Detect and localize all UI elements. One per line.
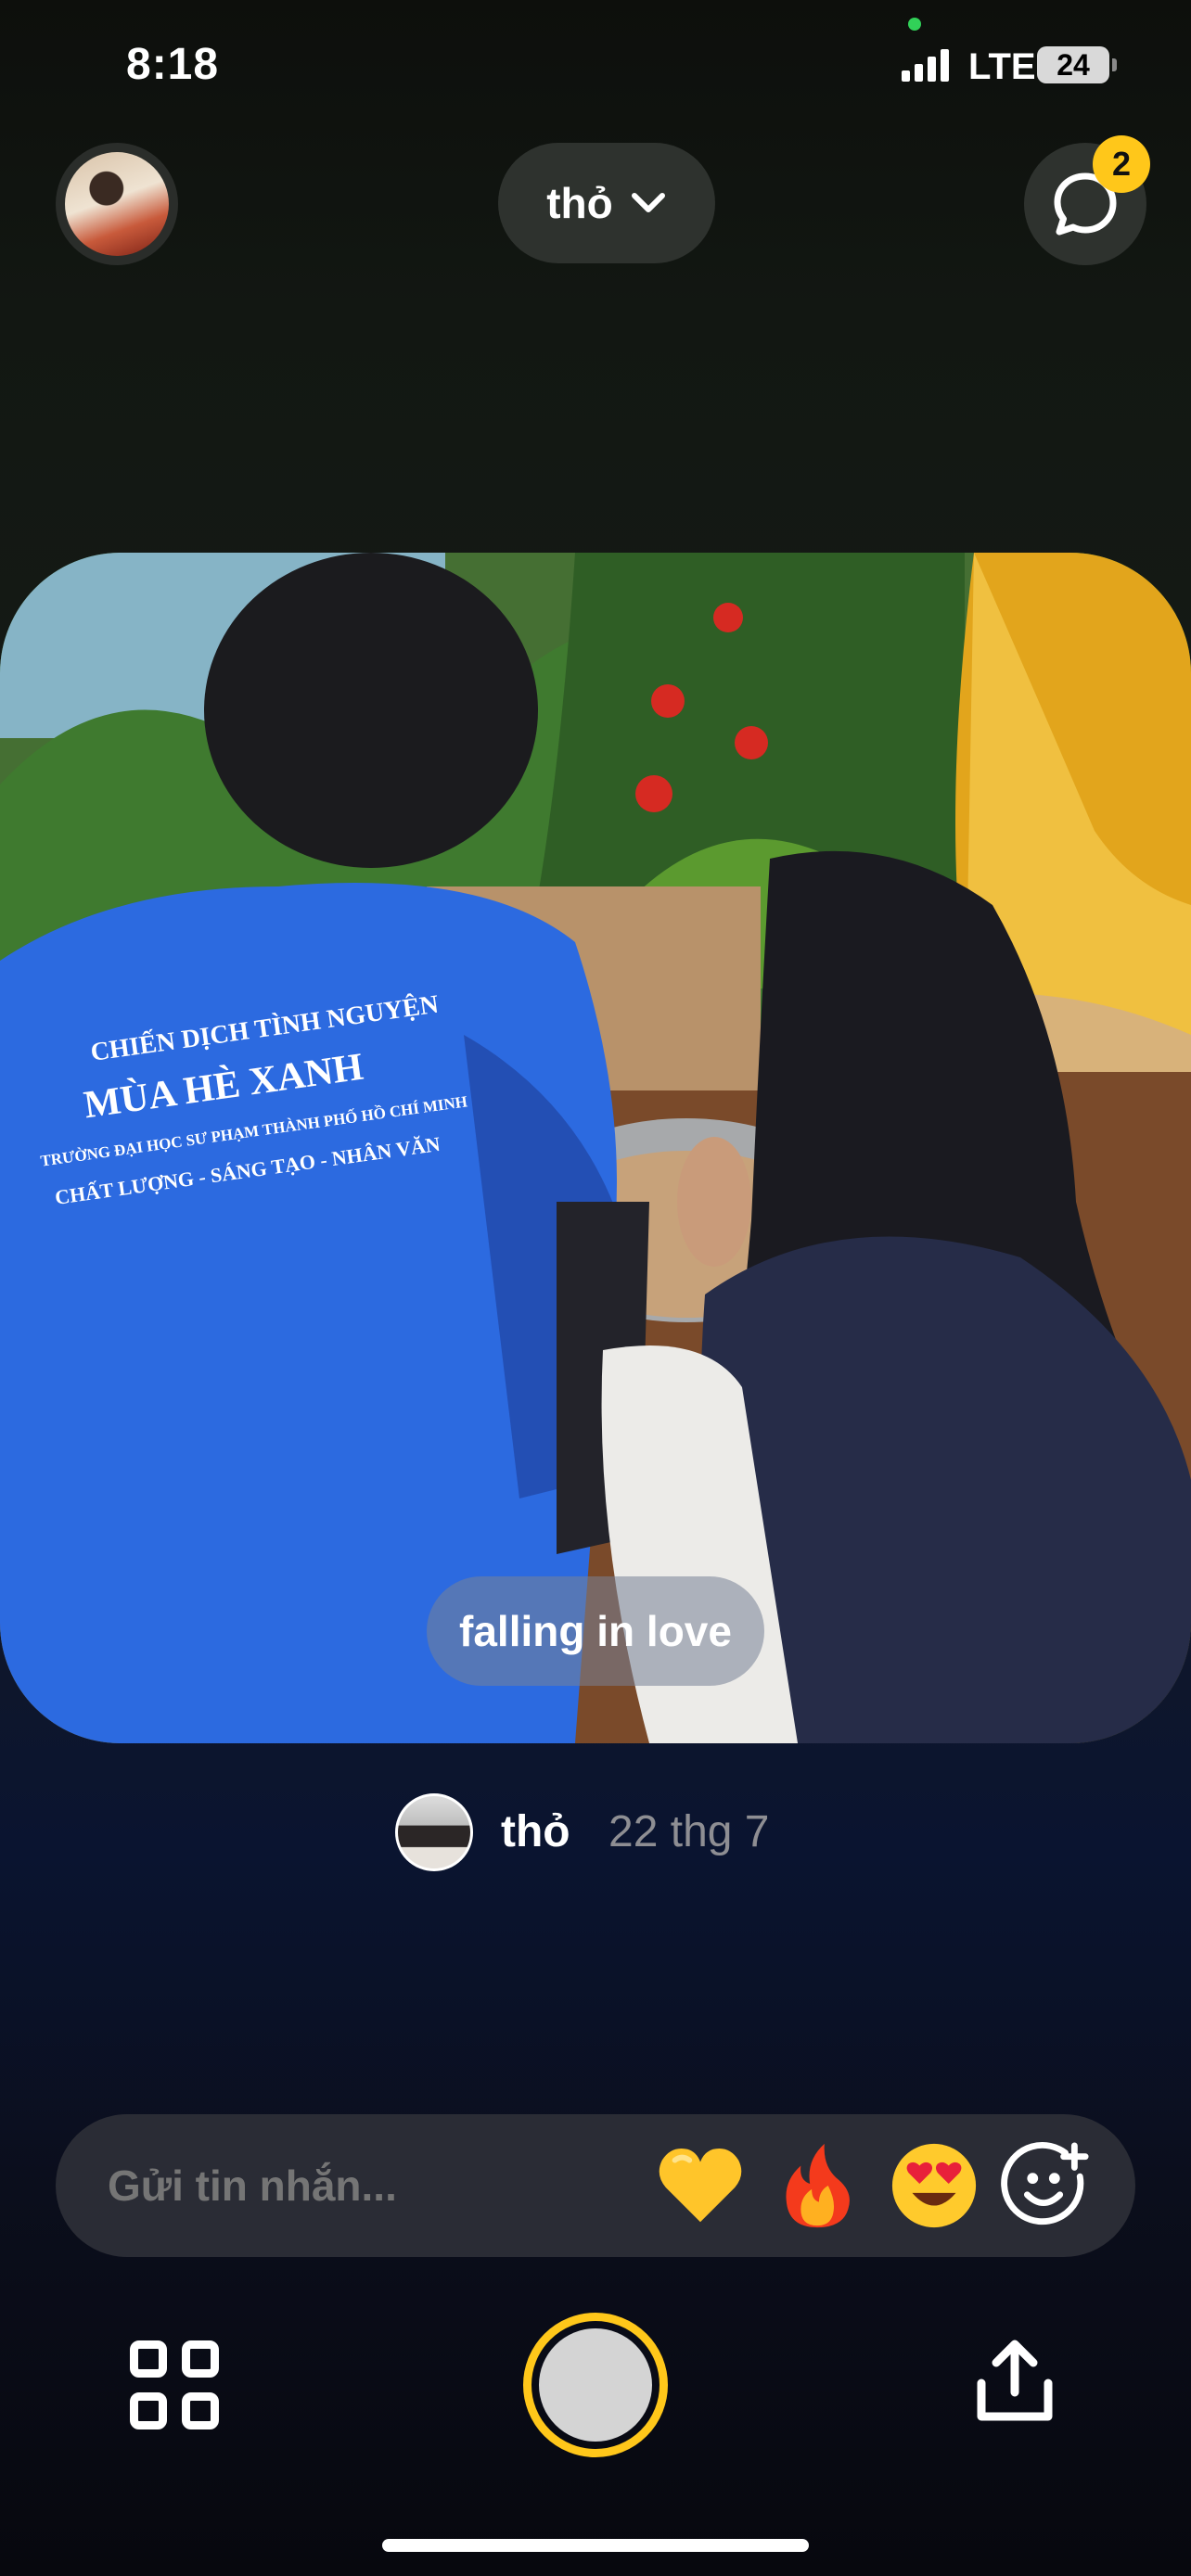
heart-eyes-reaction-icon[interactable] [889,2140,980,2231]
author-name[interactable]: thỏ [501,1806,570,1857]
mic-indicator-dot [908,18,921,31]
grid-icon [130,2340,167,2378]
friend-filter-dropdown[interactable]: thỏ [498,143,715,263]
network-label: LTE [968,46,1036,87]
friend-filter-label: thỏ [546,179,613,227]
photo-illustration: CHIẾN DỊCH TÌNH NGUYỆN MÙA HÈ XANH TRƯỜN… [0,553,1191,1743]
fire-reaction-icon[interactable] [772,2140,863,2231]
chevron-down-icon [631,193,665,212]
message-input[interactable] [108,2114,627,2257]
battery-icon: 24 [1037,46,1117,83]
status-time: 8:18 [126,40,220,89]
post-photo[interactable]: CHIẾN DỊCH TÌNH NGUYỆN MÙA HÈ XANH TRƯỜN… [0,553,1191,1743]
message-bar [56,2114,1135,2257]
yellow-heart-reaction-icon[interactable] [655,2140,746,2231]
avatar [65,152,169,256]
unread-badge: 2 [1093,135,1150,193]
grid-view-button[interactable] [130,2340,219,2429]
shutter-inner [539,2328,652,2442]
home-indicator[interactable] [382,2539,809,2552]
camera-shutter-button[interactable] [523,2313,668,2457]
add-reaction-icon[interactable] [1000,2140,1091,2231]
photo-caption: falling in love [427,1576,764,1686]
signal-icon [902,48,949,82]
author-avatar[interactable] [395,1793,473,1871]
share-icon[interactable] [968,2335,1061,2428]
post-date: 22 thg 7 [608,1807,770,1856]
profile-avatar-button[interactable] [56,143,178,265]
